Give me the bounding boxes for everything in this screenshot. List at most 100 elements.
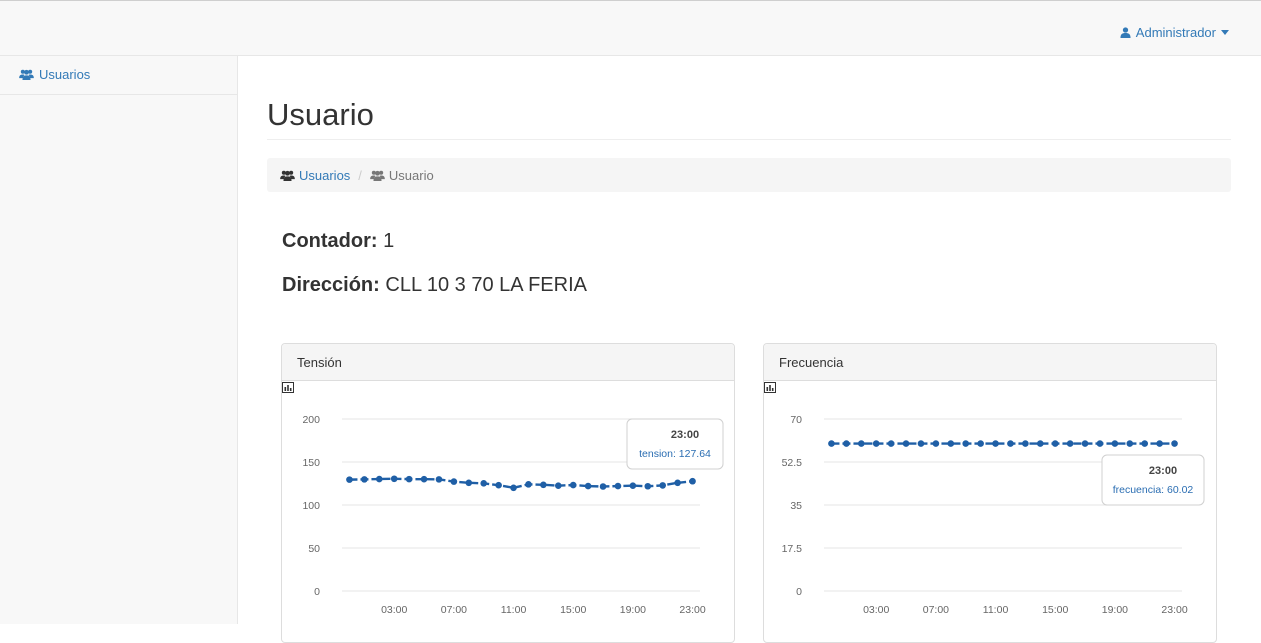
chart-tooltip: 23:00 frecuencia: 60.02 <box>1102 455 1204 505</box>
contador-value: 1 <box>383 230 394 252</box>
tooltip-value: frecuencia: 60.02 <box>1113 484 1194 496</box>
data-point[interactable] <box>376 476 383 483</box>
direccion-label: Dirección: <box>282 274 380 296</box>
data-point[interactable] <box>1126 440 1133 447</box>
data-point[interactable] <box>346 476 353 483</box>
x-tick-label: 11:00 <box>983 604 1009 616</box>
breadcrumb-link-usuarios[interactable]: Usuarios <box>280 168 350 183</box>
tension-panel: Tensión 05010015020003:0007:0011:0015:00… <box>281 343 735 643</box>
y-tick-label: 70 <box>790 414 802 426</box>
data-point[interactable] <box>555 482 562 489</box>
user-menu-dropdown[interactable]: Administrador <box>1120 25 1229 40</box>
data-point[interactable] <box>918 440 925 447</box>
data-point[interactable] <box>361 476 368 483</box>
tooltip-value: tension: 127.64 <box>639 448 711 460</box>
data-point[interactable] <box>933 440 940 447</box>
data-point[interactable] <box>1067 440 1074 447</box>
data-point[interactable] <box>510 485 517 492</box>
series-line <box>349 479 692 488</box>
frecuencia-chart: 017.53552.57003:0007:0011:0015:0019:0023… <box>764 382 1216 642</box>
data-point[interactable] <box>600 483 607 490</box>
data-point[interactable] <box>1007 440 1014 447</box>
data-point[interactable] <box>495 482 502 489</box>
x-tick-label: 15:00 <box>1042 604 1068 616</box>
contador-row: Contador: 1 <box>282 230 394 253</box>
title-divider <box>267 139 1231 140</box>
tension-chart: 05010015020003:0007:0011:0015:0019:0023:… <box>282 382 734 642</box>
users-icon <box>280 170 295 181</box>
user-menu-label: Administrador <box>1136 25 1216 40</box>
x-tick-label: 23:00 <box>1161 604 1187 616</box>
data-point[interactable] <box>465 480 472 487</box>
sidebar-item-usuarios[interactable]: Usuarios <box>0 56 237 95</box>
data-point[interactable] <box>421 476 428 483</box>
x-tick-label: 03:00 <box>381 604 407 616</box>
data-point[interactable] <box>828 440 835 447</box>
users-icon <box>370 170 385 181</box>
data-point[interactable] <box>436 476 443 483</box>
data-point[interactable] <box>1052 440 1059 447</box>
x-tick-label: 19:00 <box>620 604 646 616</box>
data-point[interactable] <box>858 440 865 447</box>
data-point[interactable] <box>903 440 910 447</box>
tooltip-title: 23:00 <box>1149 465 1177 477</box>
data-point[interactable] <box>525 481 532 488</box>
y-tick-label: 200 <box>302 414 320 426</box>
data-point[interactable] <box>977 440 984 447</box>
direccion-row: Dirección: CLL 10 3 70 LA FERIA <box>282 274 587 297</box>
data-point[interactable] <box>391 475 398 482</box>
x-tick-label: 07:00 <box>923 604 949 616</box>
data-point[interactable] <box>888 440 895 447</box>
x-tick-label: 11:00 <box>501 604 527 616</box>
data-point[interactable] <box>1112 440 1119 447</box>
data-point[interactable] <box>480 480 487 487</box>
data-point[interactable] <box>843 440 850 447</box>
y-tick-label: 150 <box>302 457 320 469</box>
data-point[interactable] <box>570 482 577 489</box>
data-point[interactable] <box>585 483 592 490</box>
y-tick-label: 100 <box>302 500 320 512</box>
data-point[interactable] <box>947 440 954 447</box>
data-point[interactable] <box>992 440 999 447</box>
users-icon <box>19 69 34 80</box>
x-tick-label: 03:00 <box>863 604 889 616</box>
data-point[interactable] <box>674 480 681 487</box>
y-tick-label: 50 <box>308 543 320 555</box>
data-point[interactable] <box>630 482 637 489</box>
direccion-value: CLL 10 3 70 LA FERIA <box>385 274 587 296</box>
data-point[interactable] <box>962 440 969 447</box>
data-point[interactable] <box>1156 440 1163 447</box>
data-point[interactable] <box>689 478 696 485</box>
data-point[interactable] <box>1022 440 1029 447</box>
sidebar-item-label: Usuarios <box>39 67 90 82</box>
data-point[interactable] <box>644 483 651 490</box>
x-tick-label: 07:00 <box>441 604 467 616</box>
breadcrumb-separator: / <box>358 168 362 183</box>
data-point[interactable] <box>1141 440 1148 447</box>
y-tick-label: 35 <box>790 500 802 512</box>
data-point[interactable] <box>1037 440 1044 447</box>
y-tick-label: 17.5 <box>782 543 803 555</box>
data-point[interactable] <box>451 478 458 485</box>
breadcrumb: Usuarios / Usuario <box>267 158 1231 192</box>
data-point[interactable] <box>406 476 413 483</box>
data-point[interactable] <box>615 483 622 490</box>
tooltip-title: 23:00 <box>671 429 699 441</box>
data-point[interactable] <box>873 440 880 447</box>
data-point[interactable] <box>659 482 666 489</box>
sidebar: Usuarios <box>0 56 238 624</box>
tension-panel-title: Tensión <box>297 355 342 370</box>
y-tick-label: 0 <box>796 586 802 598</box>
tension-panel-heading: Tensión <box>282 344 734 381</box>
data-point[interactable] <box>1082 440 1089 447</box>
data-point[interactable] <box>1097 440 1104 447</box>
contador-label: Contador: <box>282 230 378 252</box>
user-icon <box>1120 27 1131 38</box>
top-navbar: Administrador <box>0 0 1261 56</box>
page-title: Usuario <box>267 96 374 134</box>
data-point[interactable] <box>1171 440 1178 447</box>
x-tick-label: 19:00 <box>1102 604 1128 616</box>
frecuencia-panel: Frecuencia 017.53552.57003:0007:0011:001… <box>763 343 1217 643</box>
x-tick-label: 15:00 <box>560 604 586 616</box>
data-point[interactable] <box>540 481 547 488</box>
